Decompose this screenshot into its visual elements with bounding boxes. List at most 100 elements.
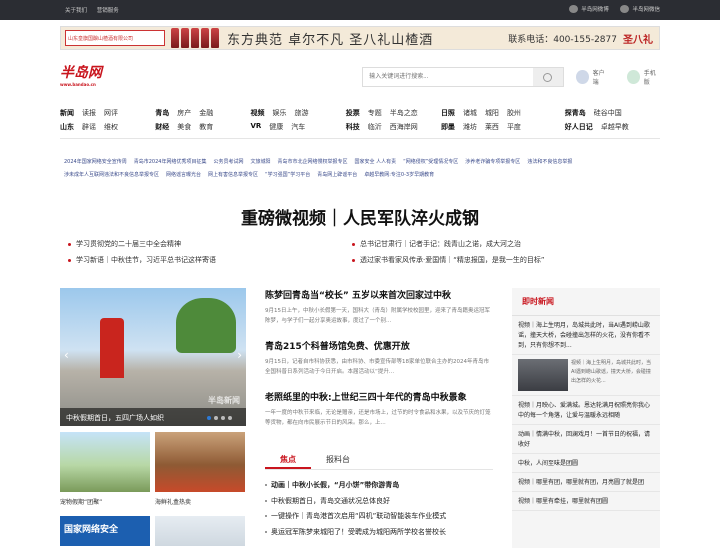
list-item[interactable]: 视频｜月映心、爱满城。恩达轮满月祝照亮你我心中的每一个角落，让爱与温暖永远相随 (512, 396, 660, 425)
mobile-link[interactable]: 手机版 (644, 68, 660, 86)
search-button[interactable] (532, 68, 563, 86)
nav-item[interactable]: 辟谣 (82, 122, 96, 132)
nav-item[interactable]: 潍坊 (463, 122, 477, 132)
headline[interactable]: 重磅微视频｜人民军队淬火成钢 (0, 204, 720, 229)
topic-link[interactable]: 涉未成年人互联网违法和不良信息举报专区 (64, 172, 159, 178)
news-tabs: 焦点 报料台 (265, 448, 493, 470)
list-item[interactable]: 奥运冠军陈梦来城阳了！受聘成为城阳两所学校名誉校长 (265, 525, 493, 541)
thumb-image[interactable] (155, 516, 245, 546)
nav-group: 新闻 读报 网评 (60, 108, 155, 118)
nav-item[interactable]: 专题 (368, 108, 382, 118)
nav-item[interactable]: 硅谷中国 (594, 108, 622, 118)
list-item[interactable]: 视频｜哪里有团，哪里就有团，月亮圆了就是团 (512, 473, 660, 492)
topic-link[interactable]: 违法和不良信息举报 (527, 159, 572, 165)
thumb-image[interactable] (155, 432, 245, 492)
list-item[interactable]: 视频｜海上生明月，岛城共此时，当AI遇到崂山歌谣，撞天大桥，会碰撞出怎样的火花，… (512, 316, 660, 355)
news-title[interactable]: 老照纸里的中秋:上世纪三四十年代的青岛中秋景象 (265, 390, 493, 403)
ad-brand: 山东皇旗国酿山楂酒有限公司 (65, 30, 165, 46)
list-item[interactable]: 中秋假期首日，青岛交通状况总体良好 (265, 494, 493, 510)
weibo-icon (569, 5, 579, 13)
topic-link[interactable]: “网络侵权”受理情况专区 (403, 159, 458, 165)
tab-focus[interactable]: 焦点 (265, 448, 311, 469)
nav-item[interactable]: 西海岸网 (390, 122, 418, 132)
nav-item[interactable]: 新闻 (60, 108, 74, 118)
list-item[interactable]: 视频｜哪里有牵挂，哪里就有团圆 (512, 492, 660, 511)
nav-item[interactable]: 网评 (104, 108, 118, 118)
nav-item[interactable]: 胶州 (507, 108, 521, 118)
nav-item[interactable]: 临沂 (368, 122, 382, 132)
thumb-caption[interactable]: 宠物假期“团聚” (60, 497, 102, 506)
nav-item[interactable]: 房产 (177, 108, 191, 118)
sub-headline[interactable]: 学习贯彻党的二十届三中全会精神 (68, 236, 216, 252)
nav-item[interactable]: 莱西 (485, 122, 499, 132)
tab-report[interactable]: 报料台 (311, 448, 365, 469)
thumb-caption[interactable]: 海鲜礼盒热卖 (155, 497, 191, 506)
news-title[interactable]: 陈梦回青岛当“校长” 五岁以来首次回家过中秋 (265, 288, 493, 301)
prev-arrow-icon[interactable]: ‹ (64, 348, 69, 362)
nav-item[interactable]: 好人日记 (565, 122, 593, 132)
search-input[interactable] (363, 68, 533, 86)
topic-link[interactable]: 青岛市2024年网络优秀项目征集 (134, 159, 207, 165)
topic-link[interactable]: 国家安全 人人有责 (355, 159, 397, 165)
nav-item[interactable]: 旅游 (294, 108, 308, 118)
nav-item[interactable]: 财经 (155, 122, 169, 132)
topic-link[interactable]: 涉养老诈骗专项举报专区 (465, 159, 520, 165)
photo-carousel[interactable]: ‹ › 半岛新闻 中秋假期首日，五四广场人如织 (60, 288, 246, 426)
weibo-link[interactable]: 半岛网微博 (569, 5, 609, 13)
nav-item[interactable]: 半岛之恋 (390, 108, 418, 118)
topic-link[interactable]: 青岛网上辟谣平台 (317, 172, 357, 178)
wechat-link[interactable]: 半岛网微信 (620, 5, 660, 13)
wechat-icon (620, 5, 630, 13)
about-link[interactable]: 关于我们 (65, 8, 87, 14)
topic-link[interactable]: 青岛市市北企网络慢权举报专区 (278, 159, 348, 165)
news-thumbnail[interactable] (518, 359, 568, 391)
list-item[interactable]: 一键操作｜青岛港首次启用“四机”联动智能装车作业模式 (265, 509, 493, 525)
thumb-image[interactable]: 国家网络安全 (60, 516, 150, 546)
nav-item[interactable]: 卓越早教 (601, 122, 629, 132)
topic-link[interactable]: 卓越早教网:专注0-3岁早期教育 (364, 172, 434, 178)
topic-link[interactable]: 2024年国家网络安全宣传周 (64, 159, 127, 165)
nav-item[interactable]: 即墨 (441, 122, 455, 132)
list-item[interactable]: 视频｜海上生明月，岛城共此时，当AI遇到崂山歌谣，撞天大桥，会碰撞出怎样的火花.… (512, 355, 660, 396)
nav-item[interactable]: 山东 (60, 122, 74, 132)
topic-link[interactable]: 公务员考试网 (213, 159, 243, 165)
client-link[interactable]: 客户端 (593, 68, 609, 86)
list-item[interactable]: 动画｜情满中秋，回澜戏月！一首节日的祝福，请收好 (512, 425, 660, 454)
thumb-image[interactable] (60, 432, 150, 492)
nav-item[interactable]: 青岛 (155, 108, 169, 118)
nav-item[interactable]: 投票 (346, 108, 360, 118)
topic-link[interactable]: 网上有害信息举报专区 (208, 172, 258, 178)
list-item[interactable]: 中秋，人间至味是团圆 (512, 454, 660, 473)
mobile-icon[interactable] (627, 70, 640, 84)
nav-item[interactable]: 科技 (346, 122, 360, 132)
nav-group: 日照 诸城 城阳 胶州 (441, 108, 565, 118)
nav-item[interactable]: 读报 (82, 108, 96, 118)
nav-item[interactable]: 诸城 (463, 108, 477, 118)
topic-link[interactable]: 文旅城阳 (250, 159, 270, 165)
list-item[interactable]: 动画｜中秋小长假，“月小饼”带你游青岛 (265, 478, 493, 494)
news-title[interactable]: 青岛215个科普场馆免费、优惠开放 (265, 339, 493, 352)
nav-item[interactable]: 日照 (441, 108, 455, 118)
ad-banner[interactable]: 山东皇旗国酿山楂酒有限公司 东方典范 卓尔不凡 圣八礼山楂酒 联系电话：400-… (60, 26, 660, 50)
nav-item[interactable]: 金融 (199, 108, 213, 118)
nav-item[interactable]: 视频 (250, 108, 264, 118)
nav-item[interactable]: 平度 (507, 122, 521, 132)
nav-item[interactable]: VR (250, 122, 261, 132)
nav-item[interactable]: 美食 (177, 122, 191, 132)
next-arrow-icon[interactable]: › (237, 348, 242, 362)
sub-headline[interactable]: 学习新语｜中秋佳节，习近平总书记这样寄语 (68, 252, 216, 268)
topic-link[interactable]: 网络谣言曝光台 (166, 172, 201, 178)
nav-item[interactable]: 探青岛 (565, 108, 586, 118)
nav-item[interactable]: 娱乐 (272, 108, 286, 118)
sub-headline[interactable]: 透过家书看家风传承·爱国情｜“精忠报国，是我一生的目标” (352, 252, 544, 268)
sub-headline[interactable]: 总书记甘肃行｜记者手记：践青山之诺，成大河之治 (352, 236, 544, 252)
nav-item[interactable]: 健康 (269, 122, 283, 132)
topic-link[interactable]: “学习强国”学习平台 (265, 172, 310, 178)
site-logo[interactable]: 半岛网 www.bandao.cn (60, 64, 112, 90)
ads-link[interactable]: 营销服务 (97, 8, 119, 14)
nav-item[interactable]: 维权 (104, 122, 118, 132)
nav-item[interactable]: 城阳 (485, 108, 499, 118)
nav-item[interactable]: 汽车 (291, 122, 305, 132)
client-icon[interactable] (575, 70, 589, 84)
nav-item[interactable]: 教育 (199, 122, 213, 132)
